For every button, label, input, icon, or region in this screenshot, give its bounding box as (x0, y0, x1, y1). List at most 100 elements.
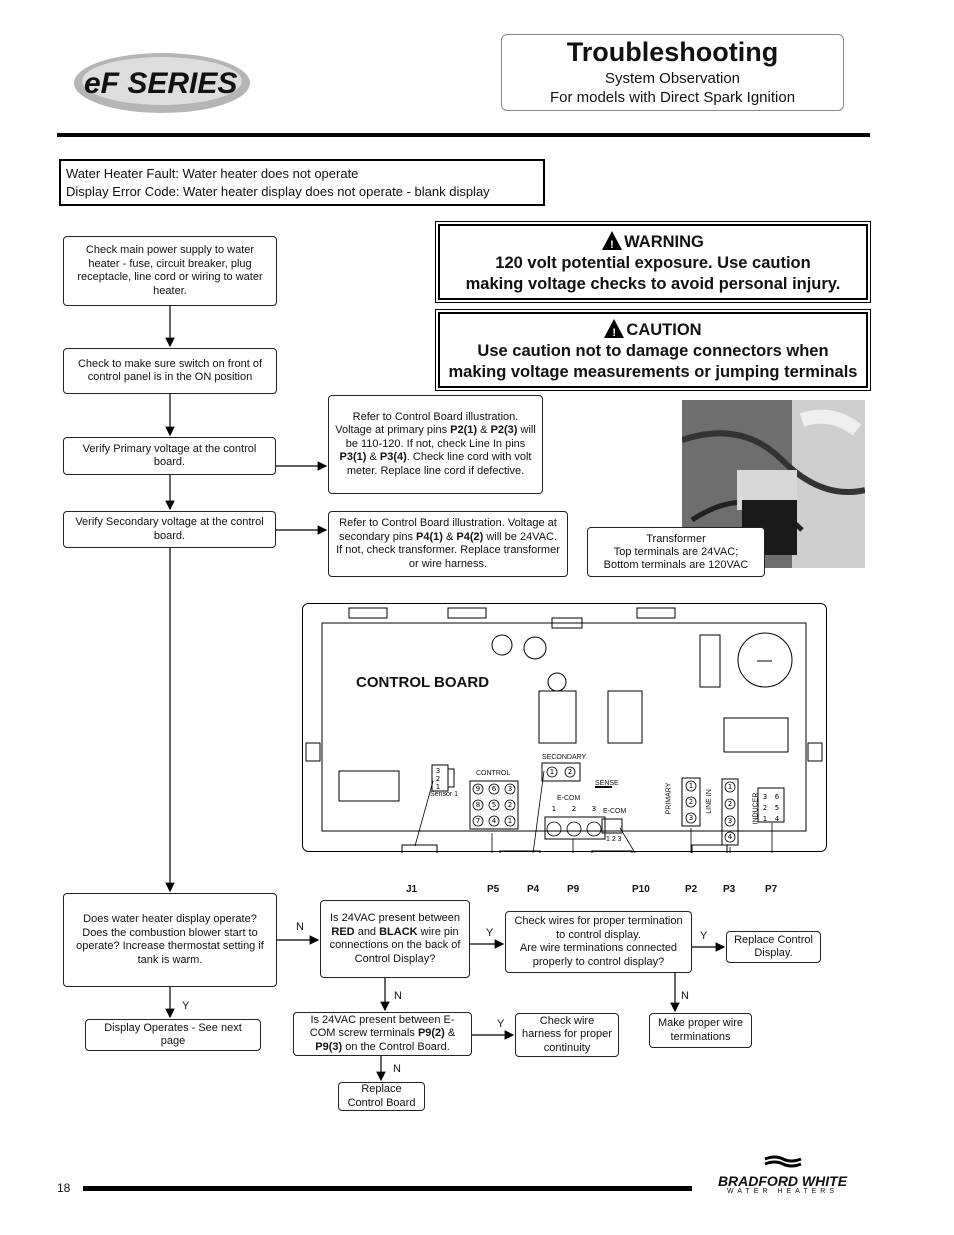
svg-text:1: 1 (552, 805, 556, 813)
flow-box-red-black: Is 24VAC present between RED and BLACK w… (320, 900, 470, 978)
svg-text:9: 9 (476, 785, 480, 793)
ecom-label: E-COM (603, 808, 627, 815)
box-text: Verify Secondary voltage at the control … (75, 516, 264, 542)
no-label: N (296, 921, 304, 933)
svg-text:8: 8 (476, 801, 480, 809)
flow-box-ecom: Is 24VAC present between E-COM screw ter… (293, 1012, 472, 1056)
primary-label: PRIMARY (665, 782, 673, 815)
pin: P3(1) (339, 451, 367, 464)
flow-box-replace-display: Replace Control Display. (726, 931, 821, 963)
svg-text:2: 2 (572, 805, 576, 813)
t: & (442, 530, 457, 543)
no-label: N (394, 990, 402, 1002)
t: P9(2) (417, 1027, 445, 1040)
flag-icon (763, 1155, 802, 1168)
box-text: Does water heater display operate? Does … (76, 913, 264, 966)
svg-text:1: 1 (728, 783, 732, 791)
connector-label-p10: P10 (632, 884, 650, 895)
svg-text:3: 3 (508, 785, 512, 793)
pin: P4(2) (456, 530, 484, 543)
no-label: N (681, 990, 689, 1002)
svg-text:4: 4 (492, 817, 497, 825)
svg-text:4: 4 (775, 815, 780, 823)
box-text: Check to make sure switch on front of co… (77, 357, 263, 384)
connector-label-p3: P3 (723, 884, 736, 895)
t: P9(3) (315, 1040, 343, 1053)
sensor-label: Sensor 1 (430, 791, 459, 798)
flow-box-refer-secondary: Refer to Control Board illustration. Vol… (328, 511, 568, 577)
manual-page: eF SERIES Troubleshooting System Observa… (0, 0, 954, 1235)
svg-text:3: 3 (592, 805, 596, 813)
svg-text:1: 1 (689, 782, 693, 790)
t: Transformer (646, 532, 706, 545)
box-text: Is 24VAC present between RED and BLACK w… (327, 912, 463, 966)
secondary-label: SECONDARY (542, 754, 587, 761)
svg-text:1: 1 (763, 815, 767, 823)
svg-text:3: 3 (689, 814, 693, 822)
svg-text:3: 3 (763, 793, 767, 801)
flow-box-check-power: Check main power supply to water heater … (63, 236, 277, 306)
yes-label: Y (486, 927, 494, 939)
t: BLACK (379, 925, 418, 938)
footer-rule (83, 1186, 692, 1191)
svg-text:3: 3 (728, 817, 732, 825)
t: Top terminals are 24VAC; (613, 545, 739, 558)
box-text: Refer to Control Board illustration. Vol… (335, 517, 561, 571)
transformer-caption: Transformer Top terminals are 24VAC; Botto… (587, 527, 765, 577)
box-text: Replace Control Display. (734, 933, 813, 960)
yes-label: Y (497, 1018, 505, 1030)
ecom-label: E-COM (557, 795, 581, 802)
flow-box-verify-secondary: Verify Secondary voltage at the control … (63, 511, 276, 548)
pin: P4(1) (416, 530, 443, 543)
flow-box-check-switch: Check to make sure switch on front of co… (63, 348, 277, 394)
pin: P2(3) (490, 424, 518, 437)
box-text: Verify Primary voltage at the control bo… (82, 442, 257, 469)
brand-name: BRADFORD WHITE (717, 1173, 848, 1189)
t: on the Control Board. (342, 1040, 450, 1053)
brand-sub: WATER HEATERS (727, 1188, 838, 1195)
connector-label-p5: P5 (487, 884, 500, 895)
connector-label-p9: P9 (567, 884, 580, 895)
sense-label: SENSE (595, 780, 619, 787)
svg-text:1: 1 (436, 783, 440, 791)
pin: P2(1) (450, 424, 478, 437)
line-in-label: LINE IN (705, 789, 713, 814)
svg-text:2: 2 (728, 800, 732, 808)
svg-text:3: 3 (436, 767, 440, 775)
ecom-pins-label: 1 2 3 (606, 836, 622, 843)
t: Is 24VAC present between (329, 912, 461, 924)
box-text: Transformer Top terminals are 24VAC; Botto… (594, 533, 758, 572)
yes-label: Y (182, 1000, 190, 1012)
no-label: N (393, 1063, 401, 1075)
t: Are wire terminations connected properly… (519, 942, 678, 968)
flow-box-check-wires: Check wires for proper termination to co… (505, 911, 692, 973)
connector-label-p7: P7 (765, 884, 778, 895)
flow-box-display-operate: Does water heater display operate? Does … (63, 893, 277, 987)
flow-box-display-operates: Display Operates - See next page (85, 1019, 261, 1051)
flow-box-replace-board: Replace Control Board (338, 1082, 425, 1111)
inducer-label: INDUCER (752, 792, 760, 825)
box-text: Make proper wire terminations (658, 1017, 743, 1043)
svg-text:2: 2 (689, 798, 693, 806)
svg-text:5: 5 (492, 801, 496, 809)
box-text: Check wires for proper termination to co… (512, 915, 685, 969)
yes-label: Y (700, 930, 708, 942)
svg-text:4: 4 (728, 833, 733, 841)
flow-box-check-harness: Check wire harness for proper continuity (515, 1013, 619, 1057)
control-board-diagram: 963 852 741 12 123 1234 3 62 51 4 321 123 (302, 603, 827, 853)
svg-text:2: 2 (436, 775, 440, 783)
connector-label-p2: P2 (685, 884, 698, 895)
t: RED (331, 925, 355, 938)
svg-text:2: 2 (763, 804, 767, 812)
svg-text:1: 1 (508, 817, 512, 825)
t: & (366, 451, 380, 464)
page-number: 18 (57, 1181, 71, 1195)
svg-text:5: 5 (775, 804, 779, 812)
box-text: Check wire harness for proper continuity (522, 1014, 612, 1054)
connector-label-j1: J1 (406, 884, 418, 895)
svg-text:6: 6 (492, 785, 497, 793)
control-board-title: CONTROL BOARD (356, 674, 490, 691)
box-text: Replace Control Board (347, 1083, 416, 1109)
flow-box-refer-primary: Refer to Control Board illustration. Vol… (328, 395, 543, 494)
control-label: CONTROL (476, 770, 511, 777)
